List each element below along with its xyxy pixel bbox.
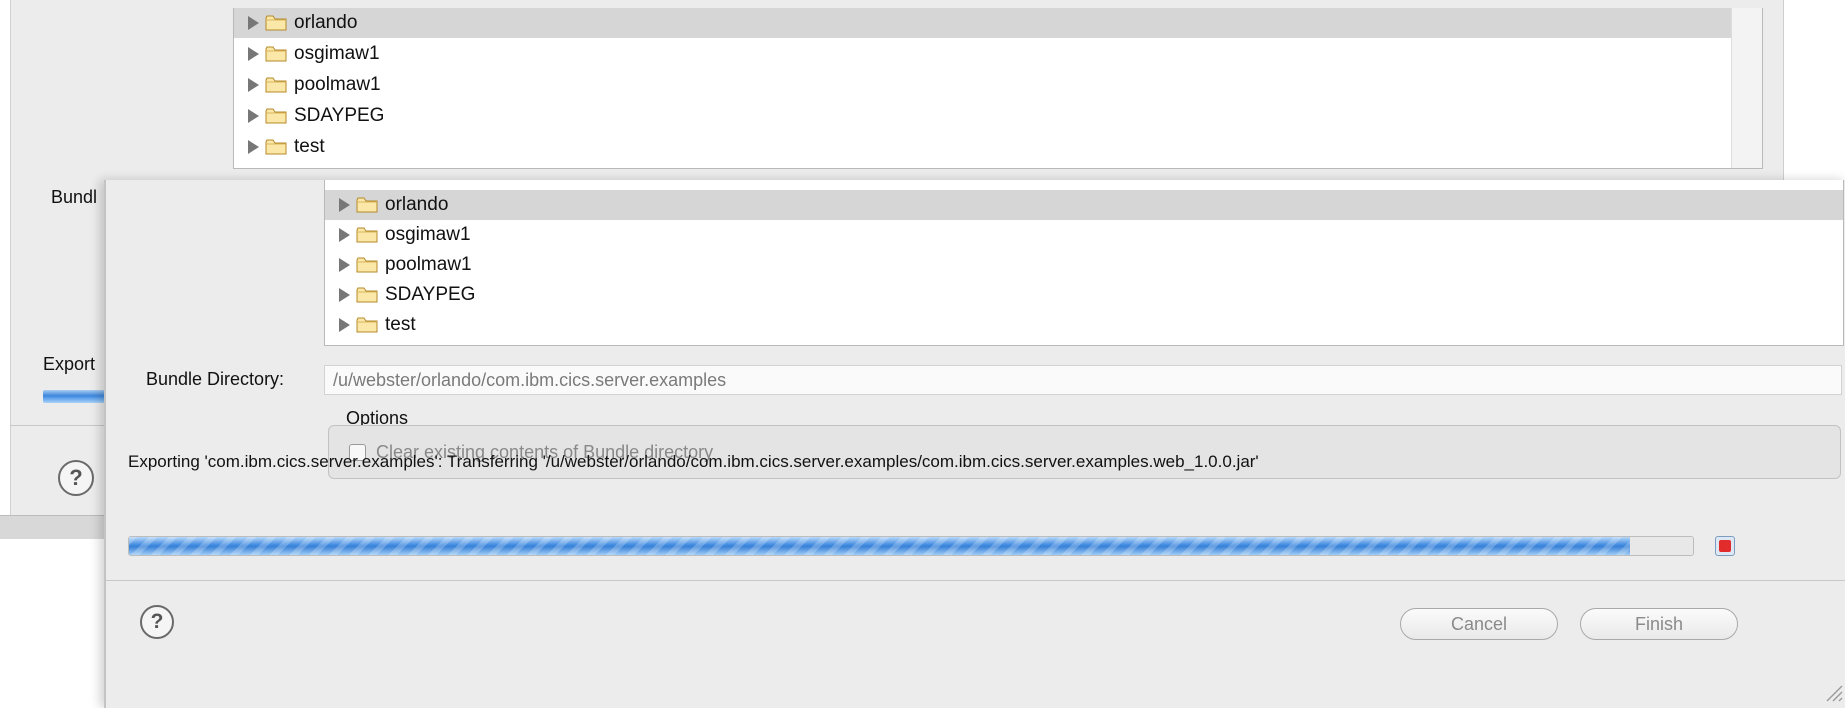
- tree-item-label: orlando: [294, 12, 358, 33]
- tree-item-test[interactable]: test: [325, 310, 1843, 340]
- back-bundle-label: Bundl: [51, 187, 98, 207]
- back-export-label: Export: [43, 354, 96, 374]
- tree-item-label: SDAYPEG: [385, 284, 476, 305]
- tree-item-label: osgimaw1: [385, 224, 471, 245]
- folder-icon: [356, 227, 378, 243]
- tree-item-label: osgimaw1: [294, 43, 380, 64]
- back-footer-separator: [11, 425, 105, 426]
- disclosure-triangle-icon[interactable]: [248, 140, 259, 154]
- folder-icon: [265, 15, 287, 31]
- folder-icon: [265, 77, 287, 93]
- resize-grip-icon[interactable]: [1821, 680, 1843, 702]
- disclosure-triangle-icon[interactable]: [248, 16, 259, 30]
- back-tree-item-test[interactable]: test: [234, 132, 1762, 162]
- back-folder-tree: orlando osgimaw1 poolmaw1 SDAYPEG test: [233, 8, 1763, 169]
- tree-item-label: test: [294, 136, 325, 157]
- disclosure-triangle-icon[interactable]: [339, 228, 350, 242]
- finish-button[interactable]: Finish: [1580, 608, 1738, 640]
- folder-icon: [265, 46, 287, 62]
- back-tree-item-osgimaw1[interactable]: osgimaw1: [234, 39, 1762, 69]
- disclosure-triangle-icon[interactable]: [339, 198, 350, 212]
- export-progress-bar: [128, 536, 1694, 556]
- cancel-button[interactable]: Cancel: [1400, 608, 1558, 640]
- back-help-icon[interactable]: ?: [58, 460, 94, 496]
- folder-icon: [265, 108, 287, 124]
- help-button[interactable]: ?: [140, 605, 174, 639]
- back-tree-item-orlando[interactable]: orlando: [234, 8, 1762, 38]
- disclosure-triangle-icon[interactable]: [339, 318, 350, 332]
- bundle-directory-field[interactable]: /u/webster/orlando/com.ibm.cics.server.e…: [324, 365, 1842, 395]
- tree-item-label: poolmaw1: [385, 254, 472, 275]
- folder-icon: [265, 139, 287, 155]
- back-progress-bar: [43, 390, 105, 403]
- folder-icon: [356, 287, 378, 303]
- help-glyph: ?: [69, 465, 83, 490]
- disclosure-triangle-icon[interactable]: [248, 78, 259, 92]
- tree-item-label: test: [385, 314, 416, 335]
- tree-item-label: poolmaw1: [294, 74, 381, 95]
- folder-icon: [356, 317, 378, 333]
- tree-item-label: SDAYPEG: [294, 105, 385, 126]
- disclosure-triangle-icon[interactable]: [339, 258, 350, 272]
- export-status-label: Exporting 'com.ibm.cics.server.examples'…: [128, 452, 1259, 471]
- disclosure-triangle-icon[interactable]: [339, 288, 350, 302]
- export-bundle-dialog: orlando osgimaw1 poolmaw1 SDAYPEG test B…: [104, 180, 1845, 708]
- tree-item-sdaypeg[interactable]: SDAYPEG: [325, 280, 1843, 310]
- tree-item-label: orlando: [385, 194, 449, 215]
- help-glyph: ?: [150, 610, 164, 633]
- folder-icon: [356, 197, 378, 213]
- footer-separator: [106, 580, 1845, 581]
- back-tree-scrollbar[interactable]: [1731, 8, 1762, 168]
- back-tree-item-poolmaw1[interactable]: poolmaw1: [234, 70, 1762, 100]
- export-status-text: Exporting 'com.ibm.cics.server.examples'…: [128, 452, 1828, 472]
- folder-tree: orlando osgimaw1 poolmaw1 SDAYPEG test: [324, 180, 1844, 346]
- back-tree-item-sdaypeg[interactable]: SDAYPEG: [234, 101, 1762, 131]
- disclosure-triangle-icon[interactable]: [248, 47, 259, 61]
- export-progress-fill: [129, 537, 1631, 555]
- tree-item-poolmaw1[interactable]: poolmaw1: [325, 250, 1843, 280]
- stop-icon: [1719, 540, 1731, 552]
- stop-button[interactable]: [1715, 536, 1735, 556]
- tree-item-osgimaw1[interactable]: osgimaw1: [325, 220, 1843, 250]
- back-window-edge: [0, 515, 104, 539]
- folder-icon: [356, 257, 378, 273]
- bundle-directory-label: Bundle Directory:: [146, 369, 285, 389]
- tree-item-orlando[interactable]: orlando: [325, 190, 1843, 220]
- disclosure-triangle-icon[interactable]: [248, 109, 259, 123]
